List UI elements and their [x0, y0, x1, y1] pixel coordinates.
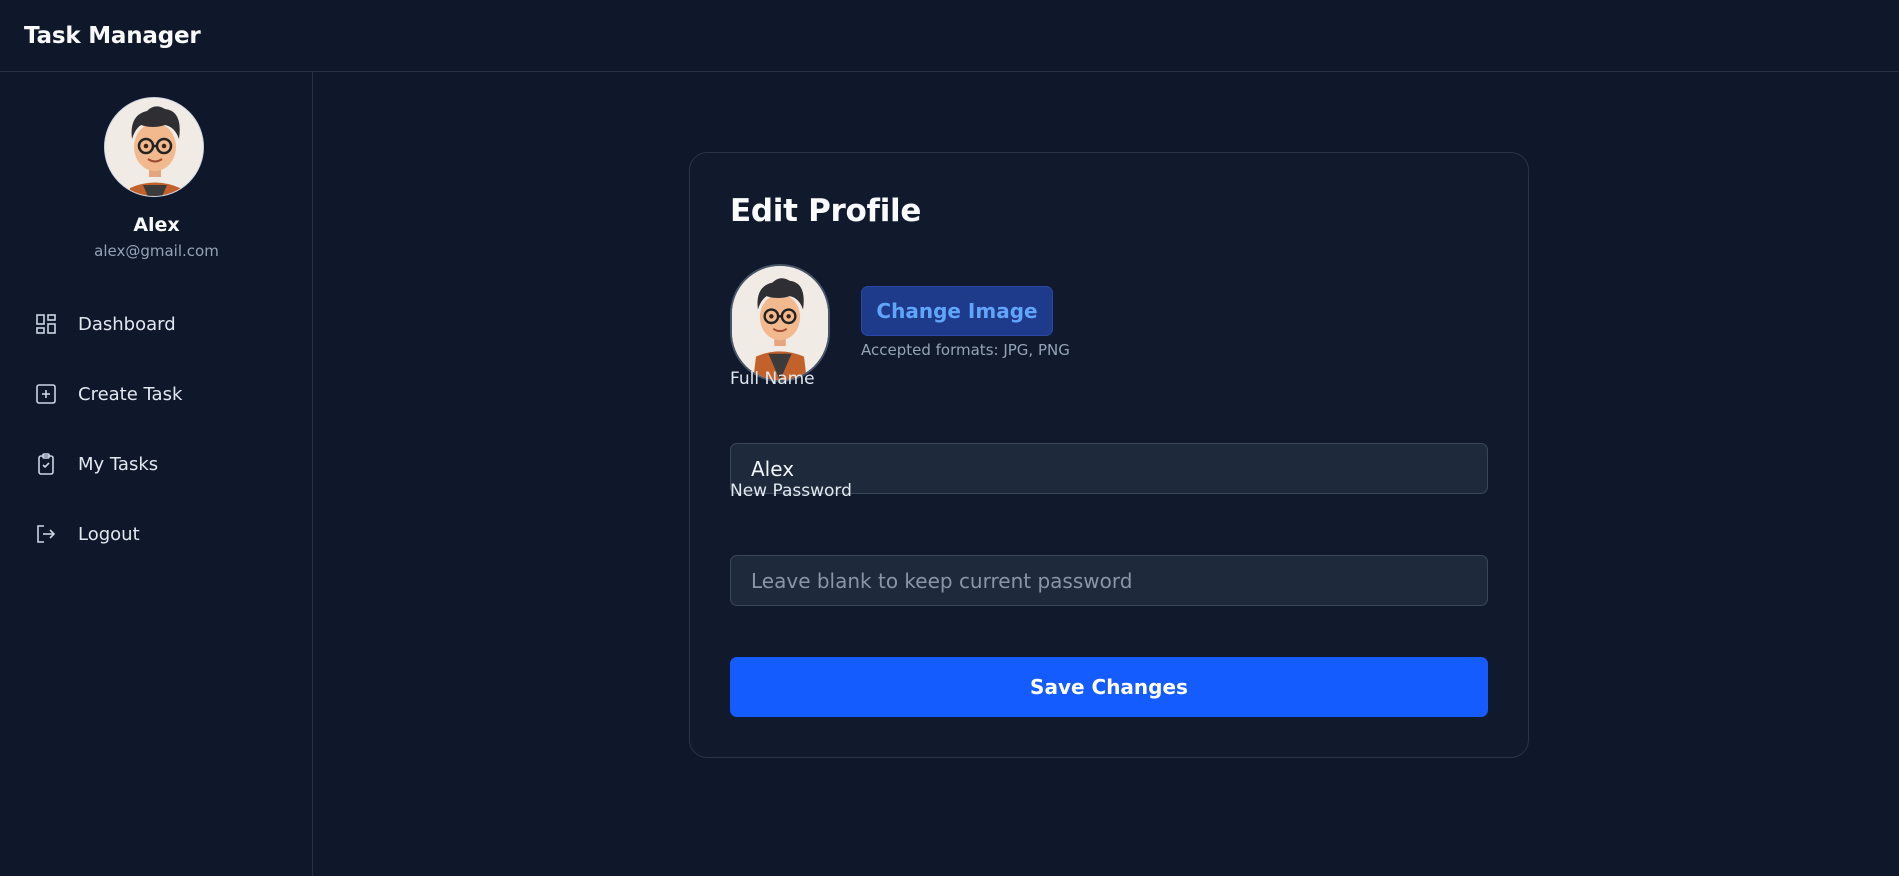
change-image-button[interactable]: Change Image: [861, 286, 1053, 336]
sidebar-item-create-task[interactable]: Create Task: [34, 376, 182, 412]
plus-square-icon: [34, 382, 58, 406]
logout-icon: [34, 522, 58, 546]
profile-image: [730, 264, 830, 382]
top-bar: Task Manager: [0, 0, 1899, 72]
edit-profile-card: Edit Profile Change Image Accepted forma…: [689, 152, 1529, 758]
sidebar: Alex alex@gmail.com Dashboard Create Tas…: [0, 72, 313, 876]
full-name-label: Full Name: [730, 369, 815, 389]
sidebar-user-name: Alex: [133, 214, 180, 236]
clipboard-check-icon: [34, 452, 58, 476]
new-password-label: New Password: [730, 481, 852, 501]
sidebar-item-label: Create Task: [78, 383, 183, 405]
sidebar-item-label: My Tasks: [78, 453, 159, 475]
sidebar-item-dashboard[interactable]: Dashboard: [34, 306, 176, 342]
sidebar-item-label: Dashboard: [78, 313, 176, 335]
new-password-field[interactable]: [730, 555, 1488, 606]
sidebar-item-my-tasks[interactable]: My Tasks: [34, 446, 158, 482]
sidebar-item-label: Logout: [78, 523, 140, 545]
accepted-formats-hint: Accepted formats: JPG, PNG: [861, 341, 1070, 359]
sidebar-item-logout[interactable]: Logout: [34, 516, 140, 552]
app-title: Task Manager: [24, 22, 201, 49]
save-changes-button[interactable]: Save Changes: [730, 657, 1488, 717]
dashboard-icon: [34, 312, 58, 336]
page-title: Edit Profile: [730, 193, 922, 229]
sidebar-avatar: [104, 97, 204, 197]
sidebar-user-email: alex@gmail.com: [94, 242, 219, 260]
